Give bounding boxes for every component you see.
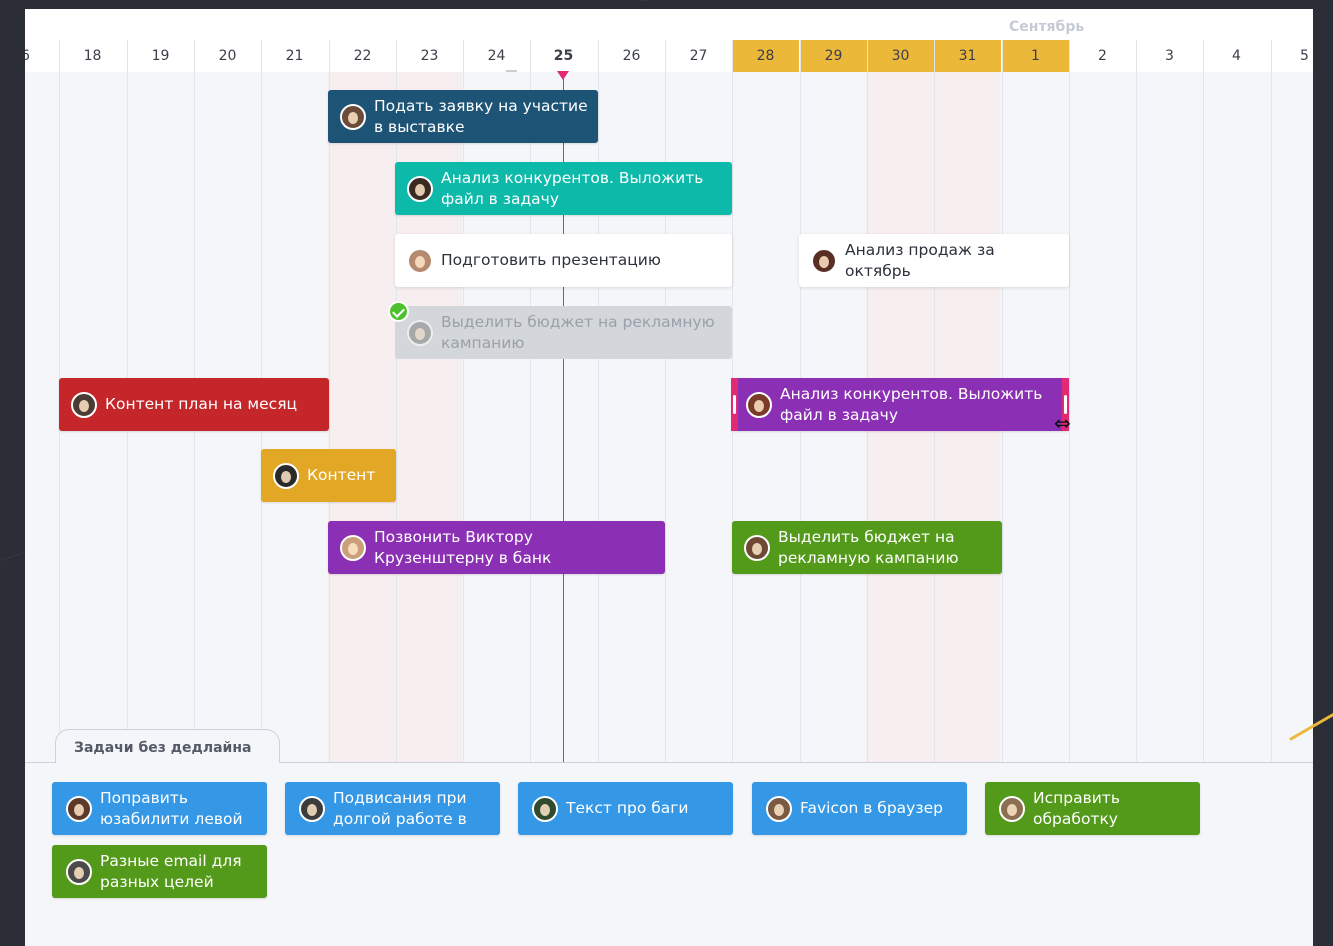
today-marker-icon [557, 71, 569, 80]
avatar [340, 534, 366, 561]
avatar [407, 175, 433, 202]
card-title: Исправить обработку [1033, 788, 1120, 828]
day-label: 25 [553, 48, 574, 64]
day-label: 22 [353, 48, 372, 64]
column-divider [530, 40, 531, 762]
day-label: 4 [1232, 48, 1241, 64]
resize-handle-left[interactable] [731, 378, 738, 431]
card-title: Поправить юзабилити левой [100, 788, 243, 828]
day-label: 28 [732, 40, 799, 72]
avatar [71, 391, 97, 418]
day-label: 30 [867, 40, 934, 72]
task-prepare-presentation[interactable]: Подготовить презентацию [395, 234, 732, 287]
day-label: 19 [151, 48, 170, 64]
day-label: 26 [622, 48, 641, 64]
card-title: Разные email для разных целей [100, 851, 242, 891]
column-divider [1203, 40, 1204, 762]
task-allocate-budget-done[interactable]: Выделить бюджет на рекламную кампанию [395, 306, 732, 359]
task-content-plan[interactable]: Контент план на месяц [59, 378, 329, 431]
avatar [811, 247, 837, 274]
backlog-card-bugs-text[interactable]: Текст про баги [518, 782, 733, 835]
day-label: 21 [285, 48, 304, 64]
task-title: Анализ конкурентов. Выложить файл в зада… [441, 168, 704, 208]
task-submit-exhibition[interactable]: Подать заявку на участие в выставке [328, 90, 598, 143]
today-dash [506, 70, 517, 72]
column-divider [598, 40, 599, 762]
backlog-tab-label: Задачи без дедлайна [74, 740, 252, 756]
day-label: 3 [1165, 48, 1174, 64]
avatar [744, 534, 770, 561]
timeline-header: Сентябрь 6 18 19 20 21 22 23 24 25 26 27 28 29 30 31 1 2… [25, 9, 1313, 72]
day-label: 2 [1098, 48, 1107, 64]
avatar [407, 247, 433, 274]
task-title: Позвонить Виктору Крузенштерну в банк [374, 527, 552, 567]
task-title: Анализ конкурентов. Выложить файл в зада… [780, 384, 1043, 424]
avatar [999, 795, 1025, 822]
avatar [66, 858, 92, 885]
check-icon [388, 301, 409, 322]
task-title: Подать заявку на участие в выставке [374, 96, 588, 136]
day-label: 31 [934, 40, 1001, 72]
column-divider [1271, 40, 1272, 762]
day-label: 20 [218, 48, 237, 64]
avatar [299, 795, 325, 822]
month-label: Сентябрь [1009, 19, 1085, 35]
task-sales-analysis[interactable]: Анализ продаж за октябрь [799, 234, 1069, 287]
day-label: 27 [689, 48, 708, 64]
backlog-card-usability[interactable]: Поправить юзабилити левой [52, 782, 267, 835]
avatar [340, 103, 366, 130]
backlog-card-fix-processing[interactable]: Исправить обработку [985, 782, 1200, 835]
avatar [273, 462, 299, 489]
timeline-board: Сентябрь 6 18 19 20 21 22 23 24 25 26 27 28 29 30 31 1 2… [25, 9, 1313, 946]
column-divider [1069, 40, 1070, 762]
card-title: Подвисания при долгой работе в [333, 788, 467, 828]
day-label: 24 [487, 48, 506, 64]
avatar [746, 391, 772, 418]
task-content[interactable]: Контент [261, 449, 396, 502]
column-divider [396, 40, 397, 762]
task-title: Выделить бюджет на рекламную кампанию [778, 527, 959, 567]
column-divider [463, 40, 464, 762]
day-label: 18 [83, 48, 102, 64]
task-title: Контент [307, 466, 376, 484]
backlog-card-emails[interactable]: Разные email для разных целей [52, 845, 267, 898]
task-call-victor[interactable]: Позвонить Виктору Крузенштерну в банк [328, 521, 665, 574]
day-label: 29 [800, 40, 867, 72]
column-divider [329, 40, 330, 762]
day-label: 23 [420, 48, 439, 64]
backlog-card-hangs[interactable]: Подвисания при долгой работе в [285, 782, 500, 835]
avatar [407, 319, 433, 346]
task-title: Анализ продаж за октябрь [845, 240, 995, 280]
column-divider [665, 40, 666, 762]
card-title: Favicon в браузер [800, 799, 943, 817]
task-competitor-analysis-2[interactable]: Анализ конкурентов. Выложить файл в зада… [732, 378, 1069, 431]
day-label: 6 [25, 48, 30, 64]
resize-cursor-icon: ⇔ [1054, 411, 1071, 435]
task-title: Контент план на месяц [105, 395, 298, 413]
card-title: Текст про баги [566, 799, 689, 817]
column-divider [1136, 40, 1137, 762]
avatar [66, 795, 92, 822]
day-label: 1 [1002, 40, 1069, 72]
backlog-card-favicon[interactable]: Favicon в браузер [752, 782, 967, 835]
task-title: Подготовить презентацию [441, 251, 661, 269]
avatar [766, 795, 792, 822]
task-title: Выделить бюджет на рекламную кампанию [441, 312, 715, 352]
task-competitor-analysis-1[interactable]: Анализ конкурентов. Выложить файл в зада… [395, 162, 732, 215]
day-label: 5 [1300, 48, 1309, 64]
avatar [532, 795, 558, 822]
task-allocate-budget[interactable]: Выделить бюджет на рекламную кампанию [732, 521, 1002, 574]
